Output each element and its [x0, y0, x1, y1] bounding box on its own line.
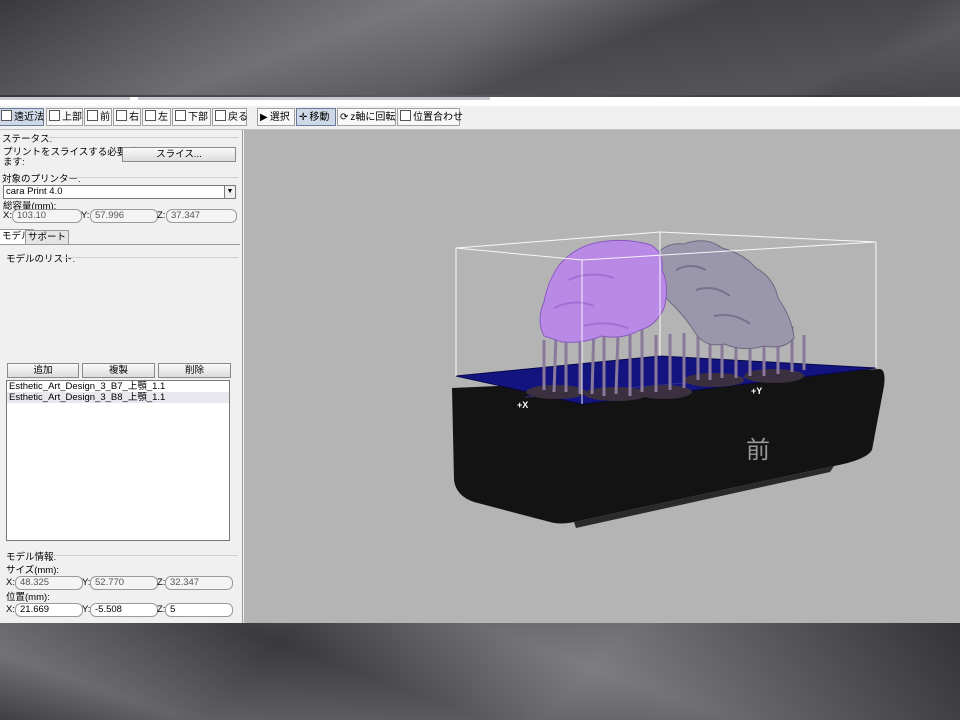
size-z-field: 32.347 [165, 576, 233, 590]
slide-background-bottom [0, 623, 960, 720]
add-model-button[interactable]: 追加 [7, 363, 79, 378]
printer-label: 対象のプリンター: [2, 174, 81, 185]
model-list-label: モデルのリスト: [6, 254, 76, 265]
view-top-button[interactable]: 上部 [46, 108, 83, 126]
view-back-button[interactable]: 戻る [212, 108, 248, 126]
support-pad [744, 369, 804, 383]
cursor-icon: ▶ [260, 112, 268, 123]
back-view-icon [215, 110, 226, 121]
support-pad [526, 385, 586, 399]
delete-model-button[interactable]: 削除 [158, 363, 231, 378]
duplicate-model-button[interactable]: 複製 [82, 363, 155, 378]
view-bottom-button[interactable]: 下部 [172, 108, 211, 126]
status-label: ステータス: [2, 134, 53, 145]
front-view-icon [87, 110, 98, 121]
move-tool-button[interactable]: ✛ 移動 [296, 108, 336, 126]
divider [50, 555, 238, 556]
view-perspective-button[interactable]: 遠近法 [0, 108, 44, 126]
position-y-field[interactable]: -5.508 [90, 603, 158, 617]
volume-y-field: 57.996 [90, 209, 158, 223]
bottom-view-icon [175, 110, 186, 121]
list-item[interactable]: Esthetic_Art_Design_3_B8_上顎_1.1 [7, 392, 229, 403]
slide-background-top [0, 0, 960, 95]
rotate-icon: ⟳ [340, 112, 349, 123]
align-icon [400, 110, 411, 121]
view-front-button[interactable]: 前 [84, 108, 112, 126]
volume-x-field: 103.10 [12, 209, 82, 223]
volume-z-field: 37.347 [166, 209, 237, 223]
tab-support[interactable]: サポート [25, 230, 70, 245]
scene: +X +Y 前 [244, 130, 960, 623]
axis-x-label: +X [517, 400, 528, 410]
window-top-strip [0, 97, 960, 106]
chevron-down-icon: ▼ [224, 186, 235, 198]
printer-select[interactable]: cara Print 4.0 ▼ [3, 185, 236, 199]
menu-strip-segment [138, 97, 490, 100]
align-tool-button[interactable]: 位置合わせ [397, 108, 463, 126]
position-label: 位置(mm): [6, 592, 50, 603]
axis-y-label: +Y [751, 386, 762, 396]
size-x-axis-label: X: [6, 577, 15, 588]
volume-z-axis-label: Z: [157, 210, 166, 221]
top-view-icon [49, 110, 60, 121]
application-window: 遠近法 上部 前 右 左 下部 戻る ▶ 選択 ✛ 移動 ⟳ z軸に回転 位置合わせ [0, 97, 960, 623]
tab-border [0, 244, 240, 245]
rotate-z-tool-button[interactable]: ⟳ z軸に回転 [337, 108, 396, 126]
slice-button[interactable]: スライス... [122, 147, 236, 162]
volume-x-axis-label: X: [3, 210, 12, 221]
move-icon: ✛ [299, 112, 308, 123]
divider [44, 137, 238, 138]
volume-y-axis-label: Y: [81, 210, 90, 221]
view-left-button[interactable]: 左 [142, 108, 171, 126]
size-y-field: 52.770 [90, 576, 158, 590]
position-z-field[interactable]: 5 [165, 603, 233, 617]
position-x-axis-label: X: [6, 604, 15, 615]
view-right-button[interactable]: 右 [113, 108, 141, 126]
size-label: サイズ(mm): [6, 565, 60, 576]
view-toolbar: 遠近法 上部 前 右 左 下部 戻る ▶ 選択 ✛ 移動 ⟳ z軸に回転 位置合わせ [0, 107, 960, 130]
position-x-field[interactable]: 21.669 [15, 603, 83, 617]
list-item[interactable]: Esthetic_Art_Design_3_B7_上顎_1.1 [7, 381, 229, 392]
select-tool-button[interactable]: ▶ 選択 [257, 108, 295, 126]
divider [66, 177, 238, 178]
menu-strip-segment [0, 97, 130, 100]
front-label: 前 [746, 436, 770, 464]
divider [60, 257, 238, 258]
side-panel: ステータス: プリントをスライスする必要があり ます: スライス... 対象のプ… [0, 130, 243, 623]
perspective-icon [1, 110, 12, 121]
3d-viewport[interactable]: +X +Y 前 [244, 130, 960, 623]
status-text-cont: ます: [3, 157, 25, 168]
model-info-label: モデル情報: [6, 552, 57, 563]
right-view-icon [116, 110, 127, 121]
left-view-icon [145, 110, 156, 121]
size-x-field: 48.325 [15, 576, 83, 590]
model-list[interactable]: Esthetic_Art_Design_3_B7_上顎_1.1 Esthetic… [6, 380, 230, 541]
